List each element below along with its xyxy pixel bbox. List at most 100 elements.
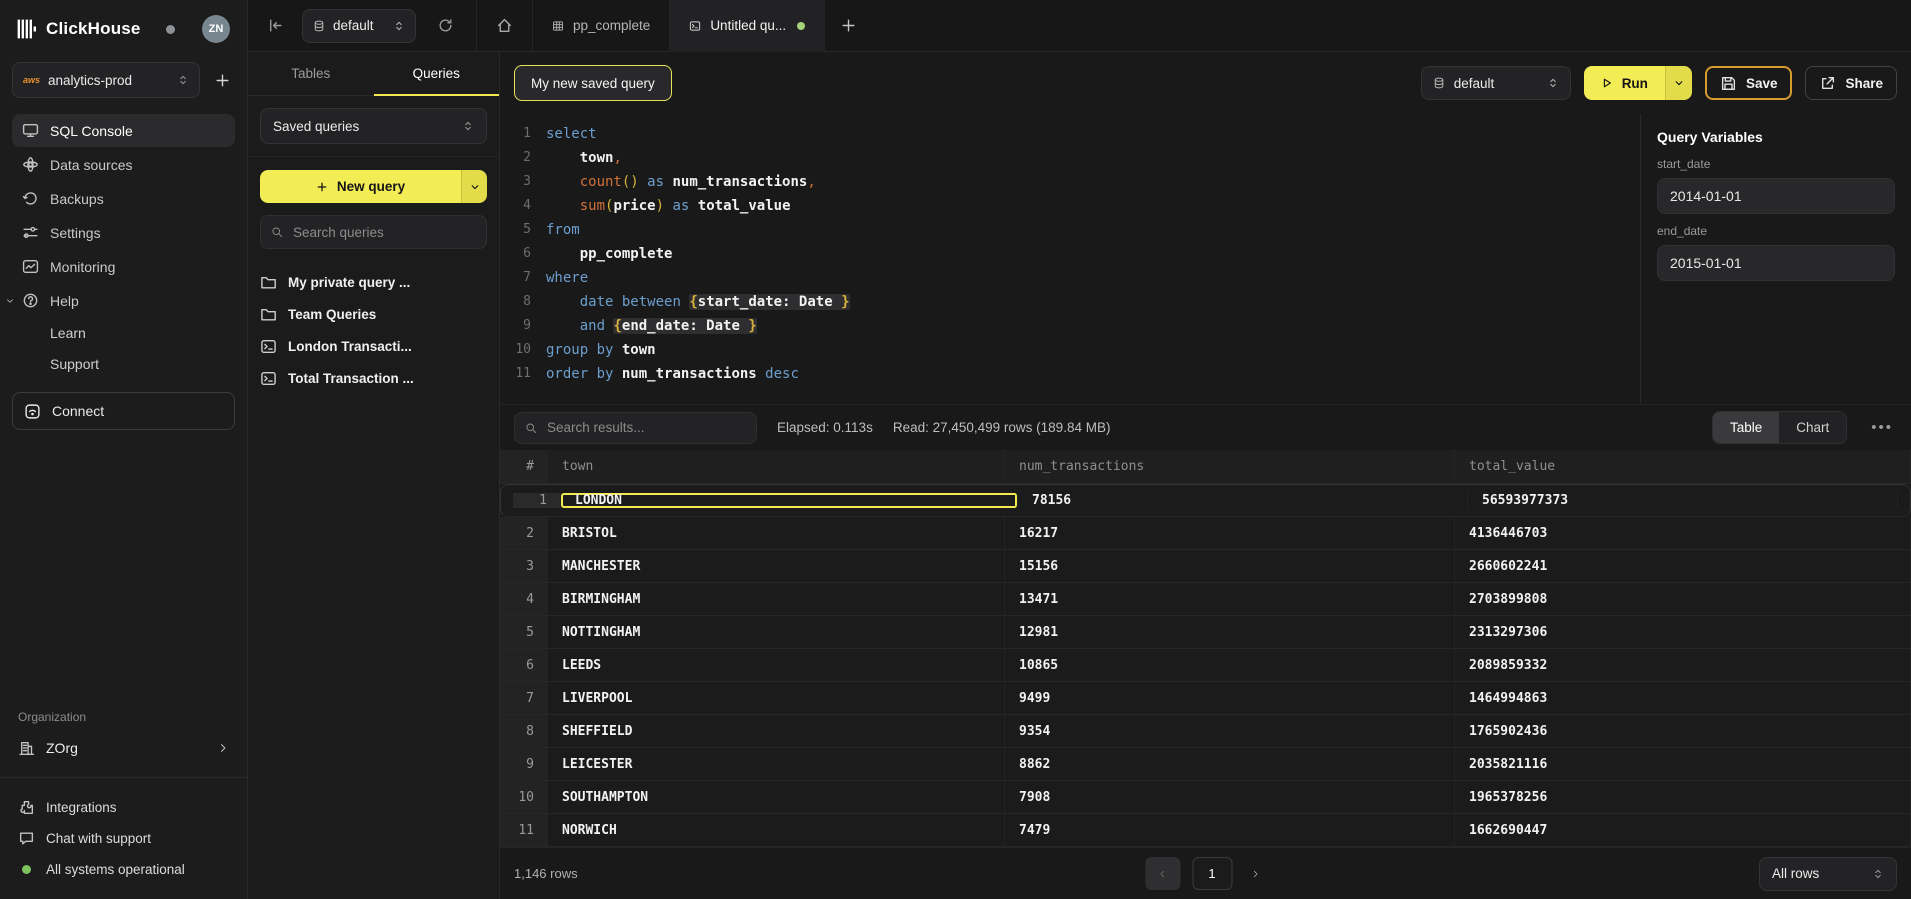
table-cell[interactable]: SHEFFIELD — [548, 715, 1005, 747]
run-options-dropdown[interactable] — [1665, 66, 1692, 100]
sidebar-item-sql-console[interactable]: SQL Console — [12, 114, 235, 147]
table-cell[interactable]: NORWICH — [548, 814, 1005, 846]
table-cell[interactable]: SOUTHAMPTON — [548, 781, 1005, 813]
share-button[interactable]: Share — [1805, 66, 1897, 100]
page-size-selector[interactable]: All rows — [1759, 857, 1897, 891]
table-cell[interactable]: 12981 — [1005, 616, 1455, 648]
search-queries-input[interactable] — [291, 224, 476, 241]
table-row: 10SOUTHAMPTON79081965378256 — [500, 781, 1911, 814]
saved-query-item-team-queries[interactable]: Team Queries — [260, 298, 487, 330]
column-header-town[interactable]: town — [548, 450, 1005, 483]
table-cell[interactable]: 8862 — [1005, 748, 1455, 780]
variable-input-end-date[interactable] — [1657, 245, 1895, 281]
table-cell[interactable]: NOTTINGHAM — [548, 616, 1005, 648]
table-cell[interactable]: 2660602241 — [1455, 550, 1911, 582]
panel-tab-queries[interactable]: Queries — [374, 52, 500, 95]
saved-query-item-total-transaction[interactable]: Total Transaction ... — [260, 362, 487, 394]
saved-query-label: Team Queries — [288, 307, 376, 322]
new-tab-button[interactable] — [825, 0, 871, 52]
sidebar-item-help[interactable]: Help — [12, 284, 235, 317]
sidebar-item-data-sources[interactable]: Data sources — [12, 148, 235, 181]
table-cell[interactable]: 15156 — [1005, 550, 1455, 582]
table-cell[interactable]: 2313297306 — [1455, 616, 1911, 648]
saved-queries-selector[interactable]: Saved queries — [260, 108, 487, 144]
footer-item-label: Integrations — [46, 800, 117, 815]
collapse-sidebar-button[interactable] — [248, 17, 302, 34]
sidebar-item-backups[interactable]: Backups — [12, 182, 235, 215]
view-toggle-table[interactable]: Table — [1713, 412, 1779, 443]
share-label: Share — [1845, 76, 1883, 91]
service-selector[interactable]: aws analytics-prod — [12, 62, 200, 98]
table-cell[interactable]: 10865 — [1005, 649, 1455, 681]
add-service-button[interactable] — [210, 68, 235, 93]
table-cell[interactable]: LEICESTER — [548, 748, 1005, 780]
variable-label-end-date: end_date — [1657, 224, 1895, 238]
table-cell[interactable]: 1765902436 — [1455, 715, 1911, 747]
refresh-button[interactable] — [422, 17, 468, 34]
table-cell[interactable]: BRISTOL — [548, 517, 1005, 549]
variable-input-start-date[interactable] — [1657, 178, 1895, 214]
save-button[interactable]: Save — [1705, 66, 1793, 100]
table-cell[interactable]: MANCHESTER — [548, 550, 1005, 582]
column-header-index[interactable]: # — [500, 450, 548, 483]
sidebar-footer-all-systems-operational[interactable]: All systems operational — [12, 854, 235, 885]
new-query-label: New query — [337, 179, 405, 194]
table-cell[interactable]: 56593977373 — [1468, 493, 1898, 508]
table-cell[interactable]: 16217 — [1005, 517, 1455, 549]
column-header-num-transactions[interactable]: num_transactions — [1005, 450, 1455, 483]
table-cell[interactable]: 2089859332 — [1455, 649, 1911, 681]
table-cell[interactable]: LONDON — [561, 493, 1018, 508]
table-cell[interactable]: 1965378256 — [1455, 781, 1911, 813]
panel-tab-tables[interactable]: Tables — [248, 52, 374, 95]
chat-icon — [18, 830, 35, 847]
table-cell[interactable]: 9499 — [1005, 682, 1455, 714]
saved-query-item-my-private-query[interactable]: My private query ... — [260, 266, 487, 298]
tab-home[interactable] — [477, 0, 533, 52]
column-header-total-value[interactable]: total_value — [1455, 450, 1911, 483]
sidebar-sublink-support[interactable]: Support — [12, 348, 235, 379]
divider — [0, 777, 247, 778]
table-cell[interactable]: 7479 — [1005, 814, 1455, 846]
table-cell[interactable]: 4136446703 — [1455, 517, 1911, 549]
search-results-input[interactable] — [545, 419, 746, 436]
new-query-button[interactable]: New query — [260, 170, 487, 203]
tab-untitled-qu[interactable]: Untitled qu... — [670, 0, 825, 52]
table-cell[interactable]: 2035821116 — [1455, 748, 1911, 780]
tab-pp-complete[interactable]: pp_complete — [533, 0, 670, 52]
sidebar-item-monitoring[interactable]: Monitoring — [12, 250, 235, 283]
line-number: 8 — [500, 290, 546, 314]
sidebar-item-settings[interactable]: Settings — [12, 216, 235, 249]
tab-label: pp_complete — [573, 18, 650, 33]
current-page[interactable]: 1 — [1192, 857, 1232, 890]
table-cell[interactable]: 1464994863 — [1455, 682, 1911, 714]
database-selector-editor[interactable]: default — [1421, 66, 1571, 100]
sql-editor[interactable]: 1select2 town,3 count() as num_transacti… — [500, 114, 1640, 404]
sidebar-sublink-learn[interactable]: Learn — [12, 317, 235, 348]
ellipsis-icon: ••• — [1871, 419, 1893, 436]
view-toggle-chart[interactable]: Chart — [1779, 412, 1846, 443]
new-query-dropdown[interactable] — [461, 170, 487, 203]
panel-tabs: TablesQueries — [248, 52, 499, 96]
table-cell[interactable]: 9354 — [1005, 715, 1455, 747]
table-cell[interactable]: 13471 — [1005, 583, 1455, 615]
more-options-button[interactable]: ••• — [1867, 419, 1897, 436]
table-cell[interactable]: 78156 — [1018, 493, 1468, 508]
organization-item[interactable]: ZOrg — [12, 733, 235, 763]
next-page-button[interactable] — [1244, 868, 1266, 880]
database-selector-topbar[interactable]: default — [302, 9, 416, 43]
saved-query-chip[interactable]: My new saved query — [514, 65, 672, 101]
sidebar-footer-integrations[interactable]: Integrations — [12, 792, 235, 823]
table-cell[interactable]: 7908 — [1005, 781, 1455, 813]
table-cell[interactable]: 2703899808 — [1455, 583, 1911, 615]
table-cell[interactable]: BIRMINGHAM — [548, 583, 1005, 615]
table-cell[interactable]: LIVERPOOL — [548, 682, 1005, 714]
user-avatar[interactable]: ZN — [202, 15, 230, 43]
chart-icon — [22, 258, 39, 275]
previous-page-button[interactable] — [1145, 857, 1180, 890]
sidebar-footer-chat-with-support[interactable]: Chat with support — [12, 823, 235, 854]
table-cell[interactable]: LEEDS — [548, 649, 1005, 681]
saved-query-item-london-transacti[interactable]: London Transacti... — [260, 330, 487, 362]
run-button[interactable]: Run — [1584, 66, 1665, 100]
table-cell[interactable]: 1662690447 — [1455, 814, 1911, 846]
connect-button[interactable]: Connect — [12, 392, 235, 430]
